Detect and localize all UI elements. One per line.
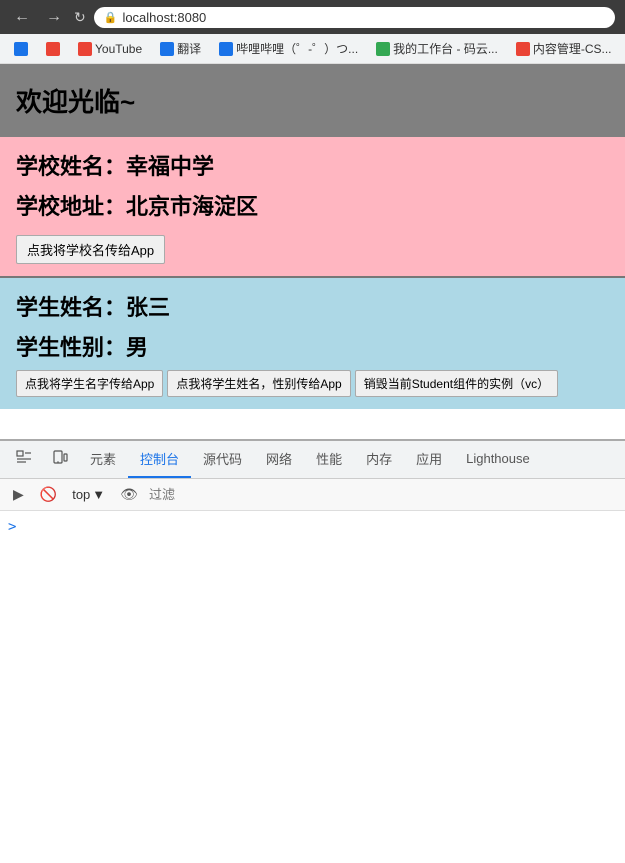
welcome-text: 欢迎光临~ <box>16 87 135 117</box>
bookmark-icon-apps <box>14 42 28 56</box>
refresh-button[interactable]: ↻ <box>74 9 86 26</box>
eye-icon[interactable]: 👁 <box>115 483 143 506</box>
bookmark-bilibili-label: 哔哩哔哩（゜-゜）つ... <box>236 40 358 57</box>
tab-application[interactable]: 应用 <box>404 441 454 478</box>
bookmark-translate-label: 翻译 <box>177 40 201 57</box>
bookmark-cms-label: 内容管理-CS... <box>533 40 612 57</box>
translate-icon <box>160 42 174 56</box>
student-btn-destroy[interactable]: 销毁当前Student组件的实例（vc） <box>355 370 558 397</box>
devtools-tabs: 元素 控制台 源代码 网络 性能 内存 应用 Lighthouse <box>0 441 625 479</box>
tab-console[interactable]: 控制台 <box>128 441 191 478</box>
school-section: 学校姓名：幸福中学 学校地址：北京市海淀区 点我将学校名传给App <box>0 137 625 276</box>
tab-elements[interactable]: 元素 <box>78 441 128 478</box>
forward-button[interactable]: → <box>42 6 66 28</box>
bookmark-youtube-label: YouTube <box>95 42 142 56</box>
device-toolbar-icon[interactable] <box>42 442 78 477</box>
student-gender: 学生性别：男 <box>16 330 609 362</box>
bookmark-icon-2 <box>46 42 60 56</box>
tab-memory[interactable]: 内存 <box>354 441 404 478</box>
devtools-toolbar: ▶ 🚫 top ▼ 👁 <box>0 479 625 511</box>
gitee-icon <box>376 42 390 56</box>
console-prompt: > <box>8 515 617 539</box>
devtools-console: > <box>0 511 625 631</box>
tab-network[interactable]: 网络 <box>254 441 304 478</box>
youtube-icon <box>78 42 92 56</box>
bookmark-youtube[interactable]: YouTube <box>72 40 148 58</box>
tab-lighthouse[interactable]: Lighthouse <box>454 443 542 476</box>
student-buttons: 点我将学生名字传给App 点我将学生姓名，性别传给App 销毁当前Student… <box>16 370 609 397</box>
bookmark-cms[interactable]: 内容管理-CS... <box>510 38 618 59</box>
filter-input[interactable] <box>149 487 269 502</box>
bookmark-translate[interactable]: 翻译 <box>154 38 207 59</box>
url-text: localhost:8080 <box>122 10 206 25</box>
dropdown-arrow: ▼ <box>92 487 105 502</box>
student-btn-name[interactable]: 点我将学生名字传给App <box>16 370 163 397</box>
page-content: 欢迎光临~ 学校姓名：幸福中学 学校地址：北京市海淀区 点我将学校名传给App … <box>0 64 625 409</box>
back-button[interactable]: ← <box>10 6 34 28</box>
console-block-icon[interactable]: 🚫 <box>35 483 62 506</box>
bookmarks-bar: YouTube 翻译 哔哩哔哩（゜-゜）つ... 我的工作台 - 码云... 内… <box>0 34 625 64</box>
devtools-panel: 元素 控制台 源代码 网络 性能 内存 应用 Lighthouse ▶ 🚫 to… <box>0 439 625 631</box>
student-name: 学生姓名：张三 <box>16 290 609 322</box>
context-selector[interactable]: top ▼ <box>68 485 109 504</box>
inspect-element-icon[interactable] <box>6 442 42 477</box>
bookmark-gitee-label: 我的工作台 - 码云... <box>393 40 498 57</box>
address-bar[interactable]: 🔒 localhost:8080 <box>94 7 615 28</box>
bookmark-gitee[interactable]: 我的工作台 - 码云... <box>370 38 504 59</box>
browser-chrome: ← → ↻ 🔒 localhost:8080 <box>0 0 625 34</box>
student-section: 学生姓名：张三 学生性别：男 点我将学生名字传给App 点我将学生姓名，性别传给… <box>0 276 625 409</box>
bookmark-apps[interactable] <box>8 40 34 58</box>
top-label: top <box>72 487 90 502</box>
cms-icon <box>516 42 530 56</box>
school-btn[interactable]: 点我将学校名传给App <box>16 235 165 264</box>
tab-sources[interactable]: 源代码 <box>191 441 254 478</box>
lock-icon: 🔒 <box>104 11 118 24</box>
bookmark-bilibili[interactable]: 哔哩哔哩（゜-゜）つ... <box>213 38 364 59</box>
school-name: 学校姓名：幸福中学 <box>16 149 609 181</box>
console-play-icon[interactable]: ▶ <box>8 483 29 506</box>
bilibili-icon <box>219 42 233 56</box>
school-address: 学校地址：北京市海淀区 <box>16 189 609 221</box>
welcome-header: 欢迎光临~ <box>0 64 625 137</box>
student-btn-name-gender[interactable]: 点我将学生姓名，性别传给App <box>167 370 350 397</box>
tab-performance[interactable]: 性能 <box>304 441 354 478</box>
bookmark-2[interactable] <box>40 40 66 58</box>
